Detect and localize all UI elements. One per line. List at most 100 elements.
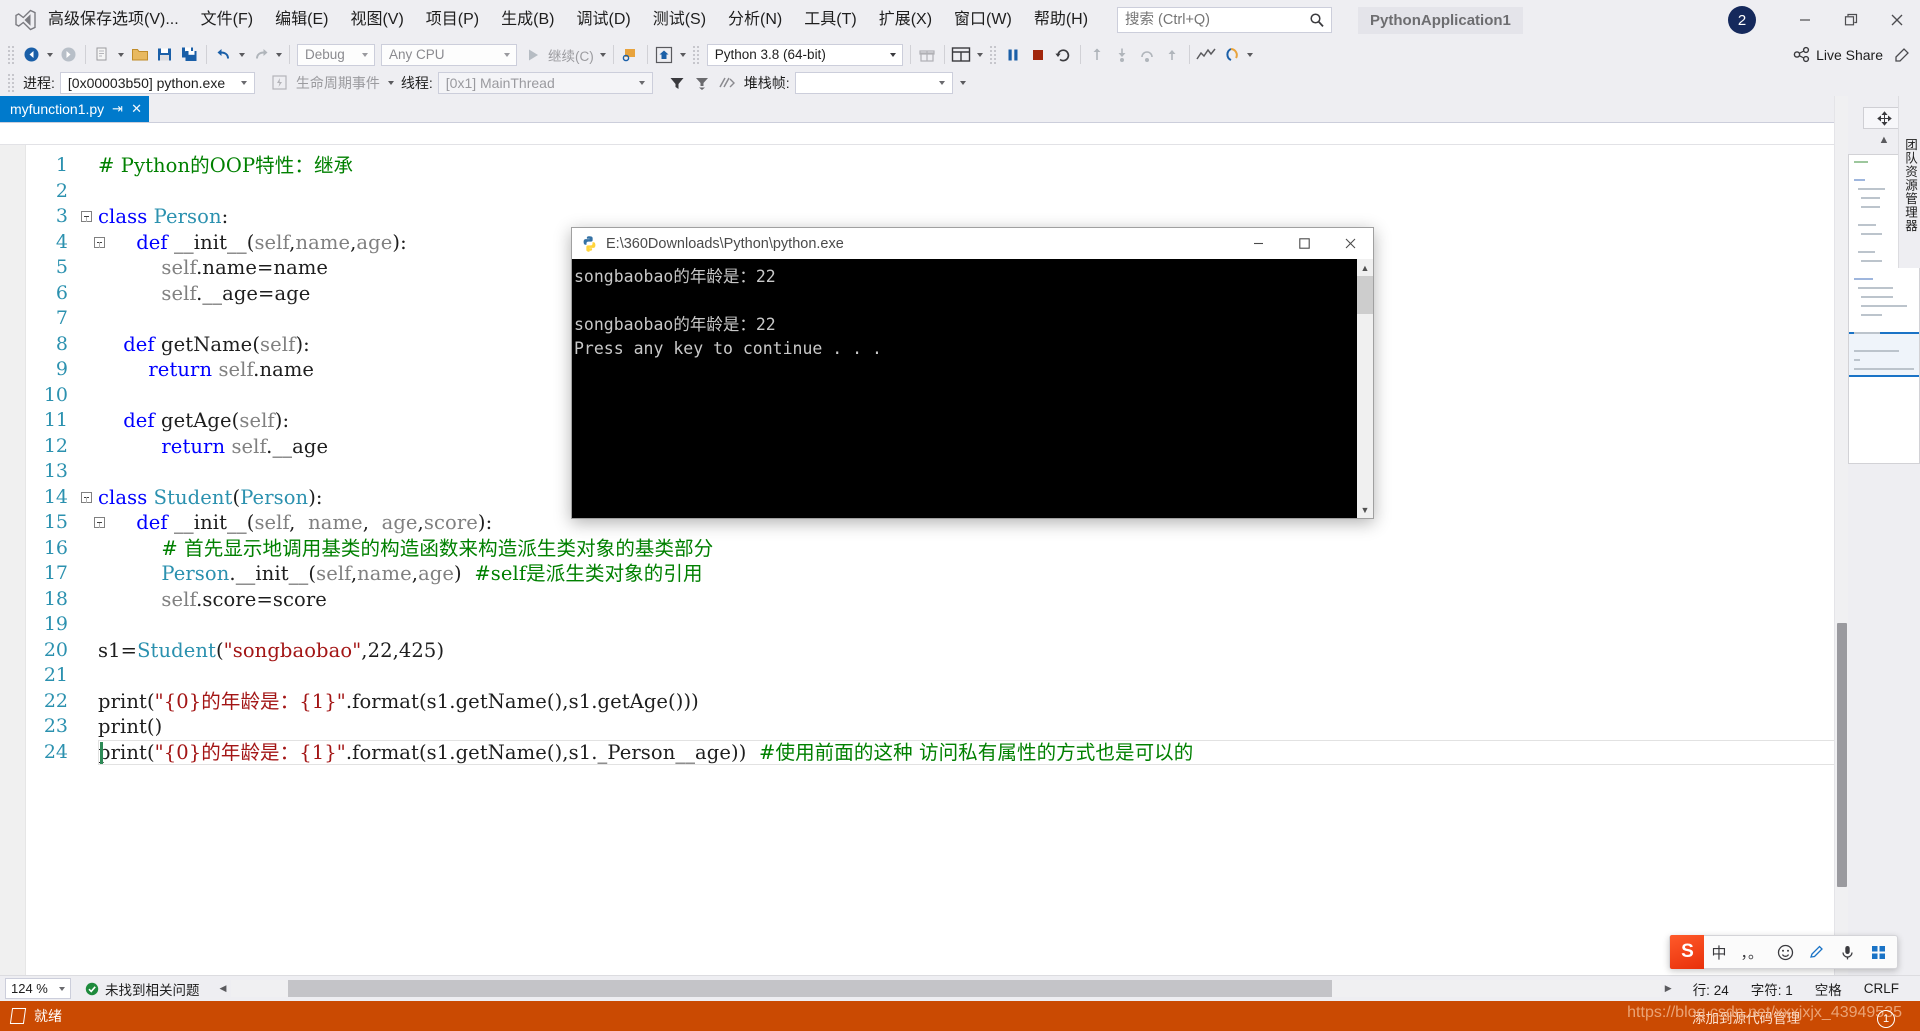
ime-punctuation-toggle[interactable]: ，。: [1733, 935, 1770, 969]
diagnostic-tools-button[interactable]: [1194, 42, 1219, 67]
indentation-indicator[interactable]: 空格: [1804, 979, 1853, 999]
team-explorer-tab[interactable]: 团队资源管理器: [1898, 96, 1920, 268]
hscroll-thumb[interactable]: [287, 980, 1332, 997]
toolbar-grip-3[interactable]: [988, 44, 998, 65]
toolbar-grip[interactable]: [7, 44, 16, 65]
home-window-dropdown[interactable]: [677, 42, 689, 67]
save-button[interactable]: [152, 42, 177, 67]
window-layout-dropdown[interactable]: [974, 42, 986, 67]
gift-button[interactable]: [915, 42, 940, 67]
code-line[interactable]: 3 class Person:: [26, 204, 1848, 230]
home-window-button[interactable]: [652, 42, 677, 67]
new-project-button[interactable]: [90, 42, 115, 67]
undo-dropdown[interactable]: [236, 42, 248, 67]
solution-platform-combo[interactable]: Any CPU: [381, 43, 517, 66]
minimap-viewport[interactable]: [1849, 332, 1919, 377]
scroll-up-icon[interactable]: ▲: [1357, 259, 1373, 276]
menu-item-advanced-save[interactable]: 高级保存选项(V)...: [42, 0, 190, 40]
minimize-button[interactable]: [1782, 0, 1828, 40]
python-console-window[interactable]: E:\360Downloads\Python\python.exe songba…: [571, 227, 1374, 519]
dock-collapse-icon[interactable]: ▲: [1879, 134, 1890, 146]
menu-item-test[interactable]: 测试(S): [642, 0, 717, 40]
navigate-backward-dropdown[interactable]: [44, 42, 56, 67]
stop-debugging-button[interactable]: [1026, 42, 1051, 67]
menu-item-debug[interactable]: 调试(D): [565, 0, 641, 40]
editor-horizontal-scrollbar[interactable]: ◀ ▶: [216, 980, 1676, 997]
solution-configuration-combo[interactable]: Debug: [297, 43, 375, 66]
maximize-restore-button[interactable]: [1828, 0, 1874, 40]
tab-myfunction1-py[interactable]: myfunction1.py ⇥ ✕: [0, 96, 149, 122]
code-line[interactable]: 20 s1=Student("songbaobao",22,425): [26, 638, 1848, 664]
line-indicator[interactable]: 行: 24: [1682, 979, 1740, 999]
menu-item-tools[interactable]: 工具(T): [793, 0, 867, 40]
step-out-button[interactable]: [1160, 42, 1185, 67]
menu-item-build[interactable]: 生成(B): [490, 0, 565, 40]
continue-play-icon[interactable]: [520, 42, 545, 67]
filter-frames-button[interactable]: [665, 70, 690, 95]
console-maximize-button[interactable]: [1281, 228, 1327, 259]
live-share-button[interactable]: Live Share: [1793, 46, 1889, 63]
code-line[interactable]: 1 # Python的OOP特性：继承: [26, 153, 1848, 179]
show-next-statement-button[interactable]: [1085, 42, 1110, 67]
flatten-frames-button[interactable]: [690, 70, 715, 95]
ime-logo-icon[interactable]: S: [1670, 935, 1705, 969]
save-all-button[interactable]: [177, 42, 202, 67]
emoji-icon[interactable]: [1770, 935, 1801, 969]
redo-button[interactable]: [248, 42, 273, 67]
show-external-code-button[interactable]: [715, 70, 740, 95]
console-scroll-thumb[interactable]: [1357, 276, 1373, 314]
notification-badge[interactable]: 2: [1728, 6, 1756, 34]
scroll-left-icon[interactable]: ◀: [216, 983, 231, 994]
menu-item-window[interactable]: 窗口(W): [943, 0, 1023, 40]
menu-item-help[interactable]: 帮助(H): [1023, 0, 1099, 40]
pen-icon[interactable]: [1801, 935, 1832, 969]
menu-item-analyze[interactable]: 分析(N): [717, 0, 793, 40]
python-interpreter-combo[interactable]: Python 3.8 (64-bit): [706, 43, 903, 66]
undo-button[interactable]: [211, 42, 236, 67]
navigate-backward-button[interactable]: [19, 42, 44, 67]
console-scroll-track[interactable]: [1357, 276, 1373, 501]
lifecycle-events-toggle[interactable]: [267, 70, 292, 95]
console-scrollbar[interactable]: ▲ ▼: [1356, 259, 1373, 518]
notification-count-badge[interactable]: 1: [1877, 1010, 1895, 1028]
console-minimize-button[interactable]: [1235, 228, 1281, 259]
code-line[interactable]: 18 self.score=score: [26, 587, 1848, 613]
continue-label[interactable]: 继续(C): [545, 45, 597, 65]
apps-icon[interactable]: [1863, 935, 1897, 969]
navigation-bar[interactable]: [0, 123, 1848, 145]
lifecycle-events-dropdown[interactable]: [385, 70, 397, 95]
code-line[interactable]: 19: [26, 612, 1848, 638]
pin-icon[interactable]: ⇥: [112, 101, 123, 117]
hscroll-track[interactable]: [230, 980, 1661, 997]
step-over-button[interactable]: [1135, 42, 1160, 67]
debugbar-overflow[interactable]: [957, 70, 969, 95]
code-line[interactable]: 17 Person.__init__(self,name,age) #self是…: [26, 561, 1848, 587]
new-window-layout-button[interactable]: [949, 42, 974, 67]
editor-vertical-scrollbar[interactable]: [1834, 96, 1848, 975]
code-line[interactable]: 21: [26, 663, 1848, 689]
debugbar-grip[interactable]: [7, 72, 16, 93]
code-line[interactable]: 2: [26, 179, 1848, 205]
menu-item-file[interactable]: 文件(F): [190, 0, 264, 40]
step-into-button[interactable]: [1110, 42, 1135, 67]
close-button[interactable]: [1874, 0, 1920, 40]
scrollbar-thumb[interactable]: [1837, 623, 1847, 887]
close-icon[interactable]: ✕: [131, 101, 142, 117]
continue-dropdown[interactable]: [597, 42, 609, 67]
mic-icon[interactable]: [1832, 935, 1863, 969]
console-body[interactable]: songbaobao的年龄是：22 songbaobao的年龄是：22 Pres…: [572, 259, 1373, 518]
search-input[interactable]: [1118, 8, 1332, 32]
fold-indicator[interactable]: [74, 211, 98, 223]
process-combo[interactable]: [0x00003b50] python.exe: [59, 71, 255, 94]
attach-to-process-button[interactable]: [618, 42, 643, 67]
fold-indicator[interactable]: [87, 517, 111, 529]
zoom-level-combo[interactable]: 124 %: [5, 978, 71, 999]
toolbar-grip-2[interactable]: [691, 44, 701, 65]
console-title-bar[interactable]: E:\360Downloads\Python\python.exe: [572, 228, 1373, 259]
scroll-down-icon[interactable]: ▼: [1357, 501, 1373, 518]
eol-indicator[interactable]: CRLF: [1853, 981, 1910, 996]
navigate-forward-button[interactable]: [56, 42, 81, 67]
code-line[interactable]: 22 print("{0}的年龄是：{1}".format(s1.getName(…: [26, 689, 1848, 715]
code-line[interactable]: 16 # 首先显示地调用基类的构造函数来构造派生类对象的基类部分: [26, 536, 1848, 562]
menu-item-project[interactable]: 项目(P): [415, 0, 490, 40]
